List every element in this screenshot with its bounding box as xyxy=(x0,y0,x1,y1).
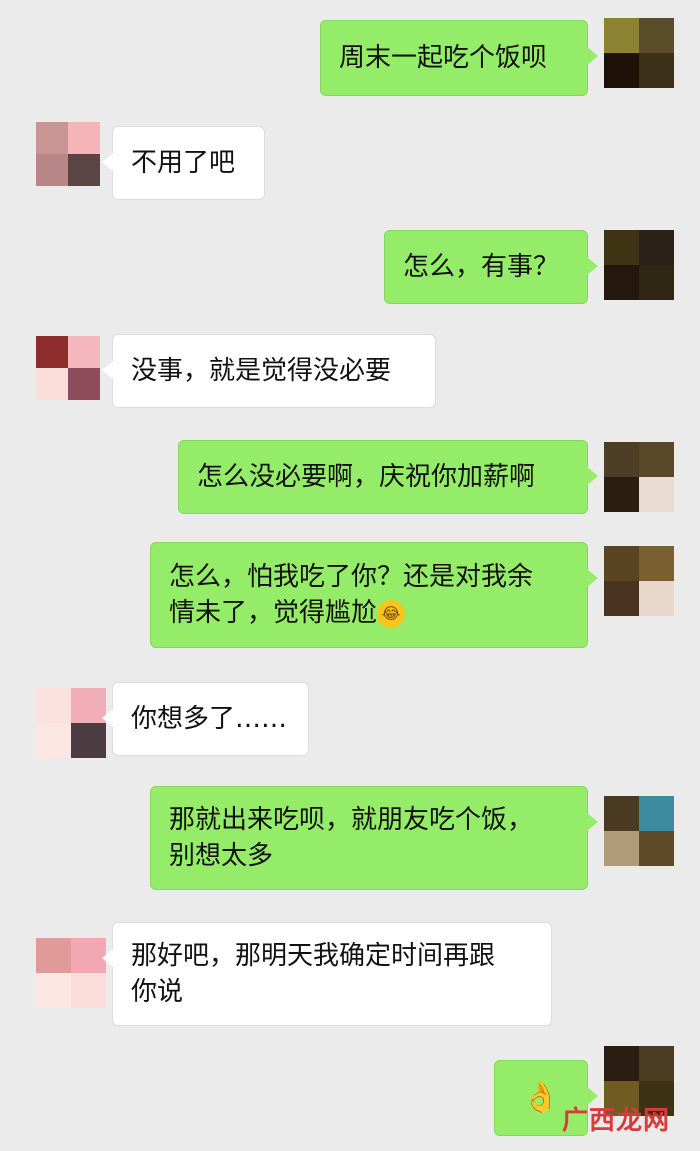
message-bubble-outgoing[interactable]: 那就出来吃呗，就朋友吃个饭， 别想太多 xyxy=(150,786,598,890)
message-text-line: 别想太多 xyxy=(169,841,274,871)
message-bubble-incoming[interactable]: 没事，就是觉得没必要 xyxy=(102,334,436,408)
message-bubble-incoming[interactable]: 不用了吧 xyxy=(102,126,265,200)
message-text: 怎么，有事？ xyxy=(403,252,560,282)
message-row: 怎么没必要啊，庆祝你加薪啊 xyxy=(0,430,700,530)
avatar[interactable] xyxy=(604,796,674,866)
message-bubble-outgoing[interactable]: 周末一起吃个饭呗 xyxy=(320,20,598,96)
message-bubble-outgoing[interactable]: 怎么，有事？ xyxy=(384,230,598,304)
message-row: 怎么，有事？ xyxy=(0,220,700,320)
message-text-line: 你说 xyxy=(131,977,184,1007)
message-text: 怎么没必要啊，庆祝你加薪啊 xyxy=(197,462,536,492)
message-row: 不用了吧 xyxy=(0,110,700,220)
message-text: 不用了吧 xyxy=(131,148,236,178)
message-bubble-outgoing[interactable]: 怎么，怕我吃了你？还是对我余 情未了，觉得尴尬 😂 xyxy=(150,542,598,648)
message-row: 怎么，怕我吃了你？还是对我余 情未了，觉得尴尬 😂 xyxy=(0,530,700,660)
avatar[interactable] xyxy=(604,546,674,616)
message-row: 周末一起吃个饭呗 xyxy=(0,0,700,110)
message-text-line: 怎么，怕我吃了你？还是对我余 xyxy=(169,562,534,592)
message-text-line: 那就出来吃呗，就朋友吃个饭， xyxy=(169,805,534,835)
watermark: 广西龙网 xyxy=(561,1106,670,1136)
avatar[interactable] xyxy=(36,122,100,186)
message-bubble-incoming[interactable]: 你想多了…… xyxy=(102,682,309,756)
ok-hand-emoji-icon: 👌 xyxy=(522,1080,560,1115)
message-row: 你想多了…… xyxy=(0,670,700,770)
message-bubble-outgoing[interactable]: 怎么没必要啊，庆祝你加薪啊 xyxy=(178,440,598,514)
message-text: 周末一起吃个饭呗 xyxy=(339,43,548,73)
message-text-line: 那好吧，那明天我确定时间再跟 xyxy=(131,941,496,971)
avatar[interactable] xyxy=(36,938,106,1008)
message-row: 那好吧，那明天我确定时间再跟 你说 xyxy=(0,910,700,1040)
message-row: 没事，就是觉得没必要 xyxy=(0,320,700,430)
avatar[interactable] xyxy=(604,230,674,300)
avatar[interactable] xyxy=(36,688,106,758)
avatar[interactable] xyxy=(36,336,100,400)
message-bubble-incoming[interactable]: 那好吧，那明天我确定时间再跟 你说 xyxy=(102,922,552,1026)
laughing-tears-emoji-icon: 😂 xyxy=(377,599,406,628)
message-text: 没事，就是觉得没必要 xyxy=(131,356,392,386)
avatar[interactable] xyxy=(604,442,674,512)
message-text-line: 情未了，觉得尴尬 😂 xyxy=(169,595,569,631)
avatar[interactable] xyxy=(604,18,674,88)
message-text: 你想多了…… xyxy=(131,704,288,734)
message-row: 那就出来吃呗，就朋友吃个饭， 别想太多 xyxy=(0,776,700,906)
